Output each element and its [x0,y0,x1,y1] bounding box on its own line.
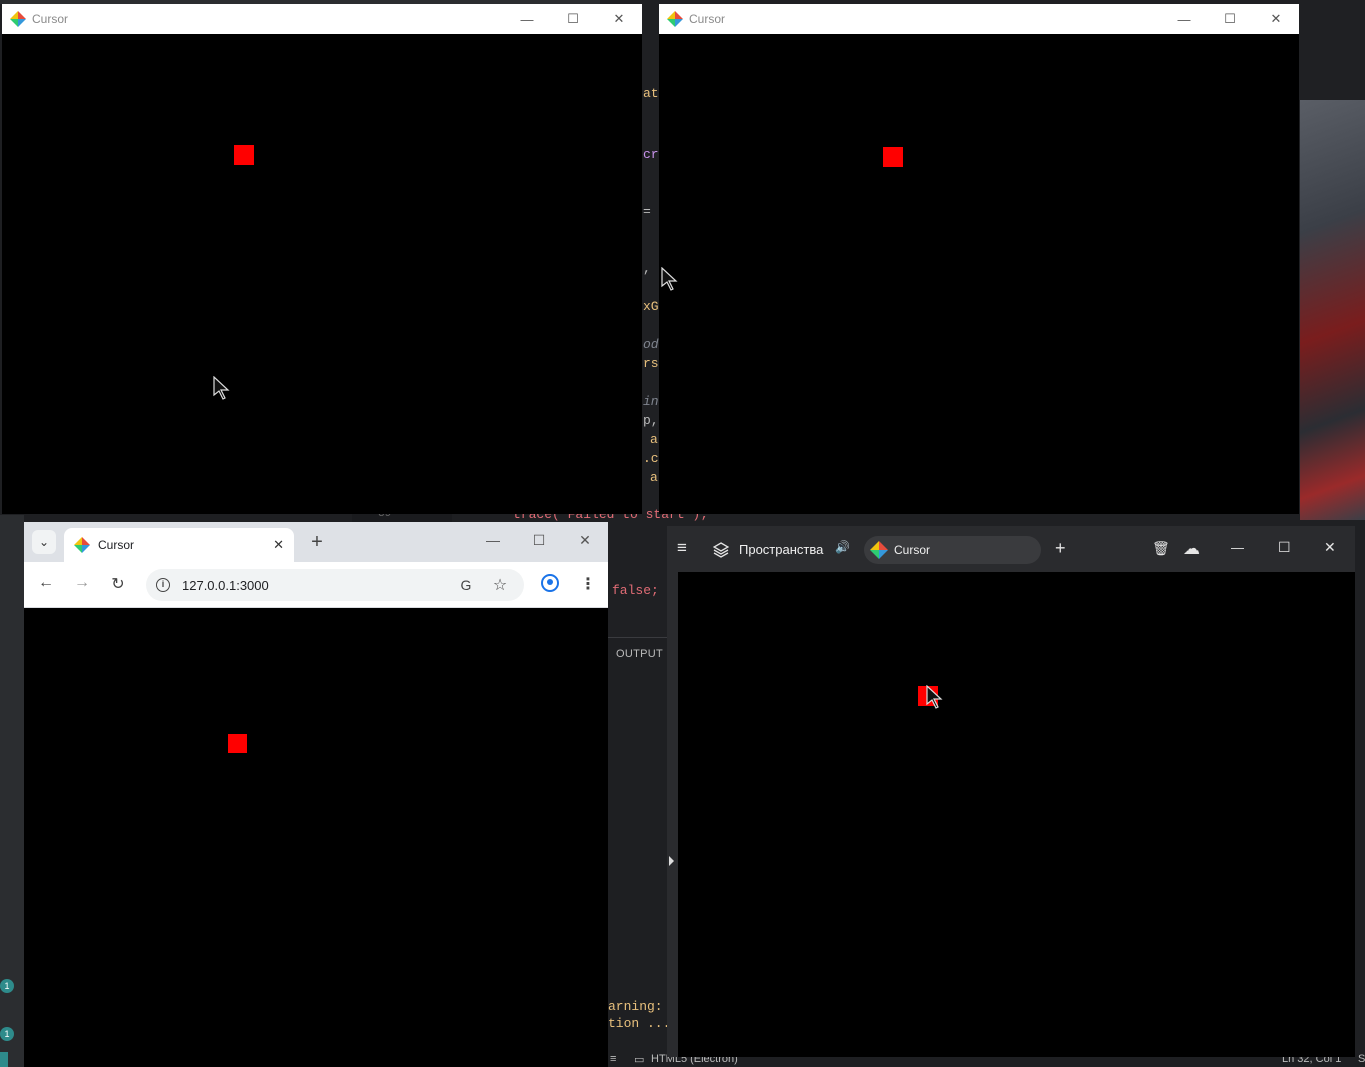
output-warning-line-2: tion ... [608,1016,671,1031]
page-canvas[interactable] [678,572,1355,1057]
close-button[interactable]: ✕ [1324,539,1336,556]
back-button[interactable]: ← [35,574,57,592]
minimize-button[interactable]: — [504,4,550,34]
spaces-layers-icon[interactable] [713,542,729,558]
tab-title: Cursor [894,543,931,557]
window-title: Cursor [32,12,69,26]
editor-code-fragment: cr [643,147,659,162]
cursor-arrow-icon [213,376,230,400]
notification-badge: 1 [0,1027,14,1041]
tab-title: Cursor [98,538,135,552]
app-logo-icon [10,11,26,27]
cloud-icon[interactable]: ☁ [1183,539,1200,559]
hamburger-menu-icon[interactable]: ≡ [677,538,687,558]
favicon-icon [74,537,90,553]
maximize-button[interactable]: ☐ [1278,539,1291,556]
title-bar[interactable]: Cursor — ☐ ✕ [2,4,642,34]
remote-indicator[interactable] [0,1052,8,1067]
tab-search-button[interactable]: ⌄ [32,530,56,554]
red-square-player [883,147,903,167]
editor-code-fragment: in [643,394,659,409]
editor-code-fragment: = [643,204,651,219]
status-monitor-icon: ▭ [634,1054,645,1066]
window-title: Cursor [689,12,726,26]
close-button[interactable]: ✕ [1253,4,1299,34]
trash-icon[interactable]: 🗑 [1152,540,1170,557]
minimize-button[interactable]: — [1161,4,1207,34]
editor-code-fragment: od [643,337,659,352]
maximize-button[interactable]: ☐ [550,4,596,34]
address-bar[interactable]: i 127.0.0.1:3000 G ☆ [146,569,524,601]
bookmark-star-icon[interactable]: ☆ [491,575,509,595]
game-canvas[interactable] [659,34,1299,514]
editor-code-fragment: xG [643,299,659,314]
chrome-menu-button[interactable]: ⋮ [580,574,596,594]
status-extra: S [1358,1053,1365,1065]
editor-code-fragment: rs [643,356,659,371]
browser-tab-cursor[interactable]: Cursor ✕ [64,528,294,562]
maximize-button[interactable]: ☐ [529,532,549,549]
sound-icon[interactable]: 🔊 [835,540,850,554]
opera-browser-window: ≡ Пространства 🔊 Cursor + 🗑 ☁ — ☐ ✕ [667,526,1355,1057]
desktop-wallpaper-art [1300,100,1365,520]
browser-tab-cursor[interactable]: Cursor [864,536,1041,564]
site-info-icon[interactable]: i [156,578,170,592]
url-text[interactable]: 127.0.0.1:3000 [182,578,269,593]
reload-button[interactable]: ↻ [107,574,129,594]
forward-button[interactable]: → [71,574,93,592]
maximize-button[interactable]: ☐ [1207,4,1253,34]
minimize-button[interactable]: — [483,532,503,548]
editor-code-fragment: a [650,432,658,447]
translate-icon[interactable]: G [457,577,475,593]
editor-code-fragment: .c [643,451,659,466]
sidebar-expand-icon[interactable] [669,856,674,866]
page-canvas[interactable] [24,608,608,1067]
new-tab-button[interactable]: + [1055,538,1066,559]
cursor-window-top-left: Cursor — ☐ ✕ [2,4,642,514]
output-tab[interactable]: OUTPUT [616,648,663,660]
tab-close-icon[interactable]: ✕ [273,537,284,553]
side-panel[interactable] [667,572,678,1057]
cursor-arrow-icon [661,267,678,291]
cursor-arrow-icon [926,685,943,709]
red-square-player [234,145,254,165]
game-canvas[interactable] [2,34,642,514]
editor-false-line: false; [612,583,659,598]
output-panel [608,637,668,1057]
profile-avatar-icon[interactable] [541,574,559,592]
close-button[interactable]: ✕ [575,532,595,549]
new-tab-button[interactable]: + [307,531,327,553]
status-menu-icon[interactable]: ≡ [610,1053,616,1065]
close-button[interactable]: ✕ [596,4,642,34]
notification-badge: 1 [0,979,14,993]
minimize-button[interactable]: — [1231,540,1244,555]
editor-code-fragment: at [643,86,659,101]
title-bar[interactable]: Cursor — ☐ ✕ [659,4,1299,34]
spaces-button[interactable]: Пространства [739,542,823,557]
editor-code-fragment: p, [643,413,659,428]
editor-code-fragment: , [643,261,651,276]
chrome-browser-window: ⌄ Cursor ✕ + — ☐ ✕ ← → ↻ i 127.0.0.1:300… [24,522,608,1067]
red-square-player [228,734,247,753]
editor-code-fragment: a [650,470,658,485]
favicon-icon [870,541,888,559]
cursor-window-top-right: Cursor — ☐ ✕ [659,4,1299,514]
app-logo-icon [667,11,683,27]
